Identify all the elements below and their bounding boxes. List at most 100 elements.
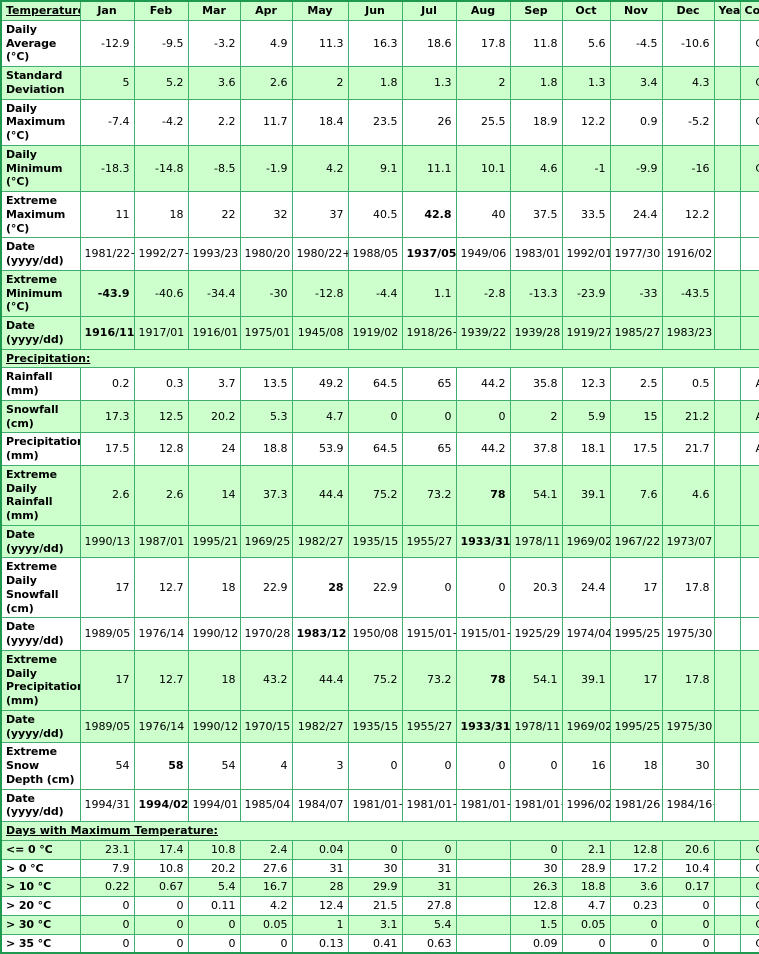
data-cell: 4.9 bbox=[239, 19, 293, 68]
data-cell: 0.11 bbox=[187, 896, 241, 916]
data-cell: 44.2 bbox=[455, 367, 511, 401]
data-cell: 0 bbox=[401, 839, 457, 860]
data-cell: 10.8 bbox=[187, 839, 241, 860]
column-header-aug: Aug bbox=[455, 0, 511, 21]
data-cell: 7.6 bbox=[609, 464, 663, 526]
row-label: Date (yyyy/dd) bbox=[0, 617, 81, 651]
data-cell: 5.4 bbox=[187, 877, 241, 897]
data-cell: 1916/11 bbox=[79, 316, 135, 350]
data-cell: 1984/16+ bbox=[661, 788, 715, 822]
data-cell: 2.6 bbox=[239, 66, 293, 100]
data-cell: 18.1 bbox=[561, 432, 611, 466]
data-cell: 1994/31 bbox=[79, 788, 135, 822]
data-cell: 1980/20 bbox=[239, 237, 293, 271]
data-cell: 5 bbox=[79, 66, 135, 100]
data-cell: 0 bbox=[347, 839, 403, 860]
data-cell: 1980/22+ bbox=[291, 237, 349, 271]
table-row: Precipitation (mm) 17.5 12.8 24 18.8 53.9 64.5… bbox=[0, 432, 759, 466]
data-cell: 1982/27 bbox=[291, 524, 349, 559]
data-cell: -40.6 bbox=[133, 269, 189, 318]
data-cell: 0.5 bbox=[661, 367, 715, 401]
data-cell: 43.2 bbox=[239, 649, 293, 711]
table-row: Extreme Daily Precipitation (mm) 17 12.7 18… bbox=[0, 649, 759, 711]
data-cell: 3 bbox=[291, 742, 349, 790]
data-cell: 11.7 bbox=[239, 98, 293, 146]
code-cell: C bbox=[739, 877, 759, 897]
row-label: Date (yyyy/dd) bbox=[0, 237, 81, 271]
row-label: Date (yyyy/dd) bbox=[0, 316, 81, 350]
data-cell: 1937/05 bbox=[401, 237, 457, 271]
data-cell: 0 bbox=[239, 933, 293, 954]
data-cell: 1915/01+ bbox=[401, 617, 457, 651]
data-cell: 12.2 bbox=[561, 98, 611, 146]
data-cell: 1992/01 bbox=[561, 237, 611, 271]
data-cell: 12.8 bbox=[133, 432, 189, 466]
data-cell: 1.8 bbox=[509, 66, 563, 100]
data-cell: 18.9 bbox=[509, 98, 563, 146]
data-cell: 17.8 bbox=[661, 557, 715, 619]
data-cell: 0 bbox=[661, 933, 715, 954]
data-cell: 1983/01 bbox=[509, 237, 563, 271]
code-cell: C bbox=[739, 914, 759, 935]
data-cell: -3.2 bbox=[187, 19, 241, 68]
data-cell: 17.3 bbox=[79, 399, 135, 434]
data-cell bbox=[713, 858, 741, 879]
data-cell: 1915/01+ bbox=[455, 617, 511, 651]
data-cell: 13.5 bbox=[239, 367, 293, 401]
data-cell: 1990/12 bbox=[187, 617, 241, 651]
data-cell: 44.4 bbox=[291, 649, 349, 711]
data-cell: 75.2 bbox=[347, 649, 403, 711]
data-cell: 2.4 bbox=[239, 839, 293, 860]
data-cell: 39.1 bbox=[561, 649, 611, 711]
data-cell: 0 bbox=[661, 914, 715, 935]
data-cell: 75.2 bbox=[347, 464, 403, 526]
data-cell: 54 bbox=[187, 742, 241, 790]
table-row: <= 0 °C 23.1 17.4 10.8 2.4 0.04 0 0 0 2.1 12.8 20.6… bbox=[0, 839, 759, 860]
data-cell: 14 bbox=[187, 464, 241, 526]
data-cell: 17.4 bbox=[133, 839, 189, 860]
section-header-row: Precipitation: bbox=[0, 348, 759, 369]
table-body: Temperature:JanFebMarAprMayJunJulAugSepO… bbox=[0, 0, 759, 954]
data-cell: 12.2 bbox=[661, 190, 715, 239]
code-cell: C bbox=[739, 858, 759, 879]
data-cell bbox=[713, 316, 741, 350]
data-cell: 0 bbox=[347, 742, 403, 790]
data-cell: 12.4 bbox=[291, 896, 349, 916]
data-cell: 49.2 bbox=[291, 367, 349, 401]
data-cell: -23.9 bbox=[561, 269, 611, 318]
data-cell: 1981/22+ bbox=[79, 237, 135, 271]
data-cell: 22 bbox=[187, 190, 241, 239]
data-cell: 0 bbox=[79, 896, 135, 916]
section-header-temperature: Temperature: bbox=[0, 0, 81, 21]
data-cell: 0.3 bbox=[133, 367, 189, 401]
data-cell: 40 bbox=[455, 190, 511, 239]
data-cell: 1933/31 bbox=[455, 524, 511, 559]
table-row: Extreme Daily Rainfall (mm) 2.6 2.6 14 37.3 4… bbox=[0, 464, 759, 526]
data-cell: -13.3 bbox=[509, 269, 563, 318]
table-row: Extreme Daily Snowfall (cm) 17 12.7 18 22.9 2… bbox=[0, 557, 759, 619]
data-cell: 0.22 bbox=[79, 877, 135, 897]
code-cell bbox=[739, 742, 759, 790]
data-cell: 0 bbox=[561, 933, 611, 954]
data-cell: 4.7 bbox=[561, 896, 611, 916]
data-cell: 5.6 bbox=[561, 19, 611, 68]
data-cell: 0 bbox=[187, 914, 241, 935]
code-cell bbox=[739, 788, 759, 822]
data-cell: 37.8 bbox=[509, 432, 563, 466]
data-cell: 33.5 bbox=[561, 190, 611, 239]
column-header-oct: Oct bbox=[561, 0, 611, 21]
data-cell: 31 bbox=[291, 858, 349, 879]
data-cell: 17.5 bbox=[79, 432, 135, 466]
data-cell: 54 bbox=[79, 742, 135, 790]
data-cell bbox=[713, 877, 741, 897]
data-cell: 12.8 bbox=[509, 896, 563, 916]
code-cell bbox=[739, 316, 759, 350]
table-header-row: Temperature:JanFebMarAprMayJunJulAugSepO… bbox=[0, 0, 759, 21]
table-row: Date (yyyy/dd) 1981/22+ 1992/27+ 1993/23 198… bbox=[0, 237, 759, 271]
data-cell bbox=[713, 617, 741, 651]
data-cell: 3.1 bbox=[347, 914, 403, 935]
row-label: Extreme Daily Precipitation (mm) bbox=[0, 649, 81, 711]
data-cell: 2 bbox=[291, 66, 349, 100]
data-cell: 1919/02 bbox=[347, 316, 403, 350]
data-cell: 3.7 bbox=[187, 367, 241, 401]
